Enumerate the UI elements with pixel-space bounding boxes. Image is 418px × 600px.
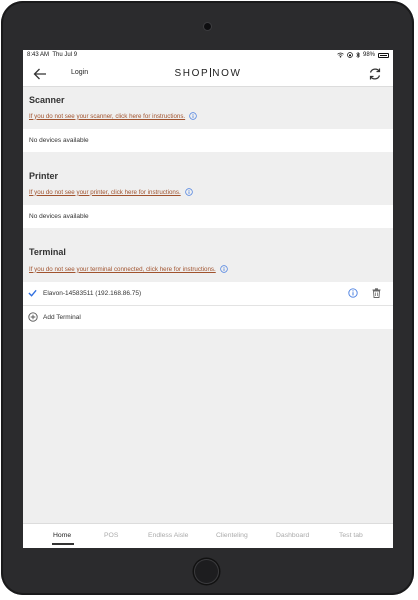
info-icon[interactable] <box>189 112 197 120</box>
home-button[interactable] <box>194 559 219 584</box>
app-screen: 8:43 AM Thu Jul 9 98% Login SHOP NOW Sca… <box>23 50 393 548</box>
wifi-icon <box>337 52 344 58</box>
tab-test[interactable]: Test tab <box>339 532 363 539</box>
tab-clienteling[interactable]: Clienteling <box>216 532 248 539</box>
tab-home[interactable]: Home <box>53 532 71 539</box>
bluetooth-icon <box>356 52 360 58</box>
status-indicators: 98% <box>337 52 389 58</box>
printer-section-title: Printer <box>29 171 59 181</box>
tab-pos[interactable]: POS <box>104 532 118 539</box>
orientation-lock-icon <box>347 52 353 58</box>
terminal-instructions-link[interactable]: If you do not see your terminal connecte… <box>29 265 228 273</box>
bottom-tab-bar: Home POS Endless Aisle Clienteling Dashb… <box>23 523 393 548</box>
status-time-text: 8:43 AM <box>27 52 50 58</box>
status-bar: 8:43 AM Thu Jul 9 98% <box>23 50 393 61</box>
battery-percent: 98% <box>362 52 375 58</box>
brand-logo: SHOP NOW <box>23 68 393 79</box>
info-icon[interactable] <box>184 188 193 196</box>
status-time: 8:43 AM Thu Jul 9 <box>27 52 77 58</box>
active-tab-indicator <box>52 543 74 545</box>
terminal-device-row[interactable]: Elavon-14583511 (192.168.86.75) <box>23 282 393 305</box>
printer-instructions-text[interactable]: If you do not see your printer, click he… <box>29 189 181 196</box>
front-camera <box>204 23 211 30</box>
add-terminal-row[interactable]: Add Terminal <box>23 306 393 329</box>
add-circle-icon[interactable] <box>28 312 38 322</box>
terminal-info-icon[interactable] <box>348 288 358 298</box>
trash-icon[interactable] <box>372 288 381 298</box>
status-date-text: Thu Jul 9 <box>52 52 78 58</box>
refresh-icon[interactable] <box>367 66 383 82</box>
add-terminal-label[interactable]: Add Terminal <box>43 314 81 321</box>
terminal-instructions-text[interactable]: If you do not see your terminal connecte… <box>29 266 216 273</box>
tablet-frame: 8:43 AM Thu Jul 9 98% Login SHOP NOW Sca… <box>1 1 414 595</box>
scanner-device-row: No devices available <box>23 129 393 152</box>
scanner-instructions-text[interactable]: If you do not see your scanner, click he… <box>29 113 185 120</box>
printer-device-row: No devices available <box>23 205 393 228</box>
battery-icon <box>378 52 389 58</box>
info-icon[interactable] <box>220 265 228 273</box>
tab-endless-aisle[interactable]: Endless Aisle <box>148 532 188 539</box>
printer-instructions-link[interactable]: If you do not see your printer, click he… <box>29 188 193 196</box>
scanner-section-title: Scanner <box>29 95 65 105</box>
scanner-empty-text: No devices available <box>29 137 89 144</box>
terminal-section-title: Terminal <box>29 247 66 257</box>
check-icon <box>28 289 37 297</box>
top-nav-bar: Login SHOP NOW <box>23 61 393 87</box>
tab-dashboard[interactable]: Dashboard <box>276 532 309 539</box>
brand-logo-left: SHOP <box>174 68 210 79</box>
brand-logo-right: NOW <box>212 68 242 79</box>
terminal-device-label: Elavon-14583511 (192.168.86.75) <box>43 290 142 297</box>
scanner-instructions-link[interactable]: If you do not see your scanner, click he… <box>29 112 197 120</box>
printer-empty-text: No devices available <box>29 213 89 220</box>
